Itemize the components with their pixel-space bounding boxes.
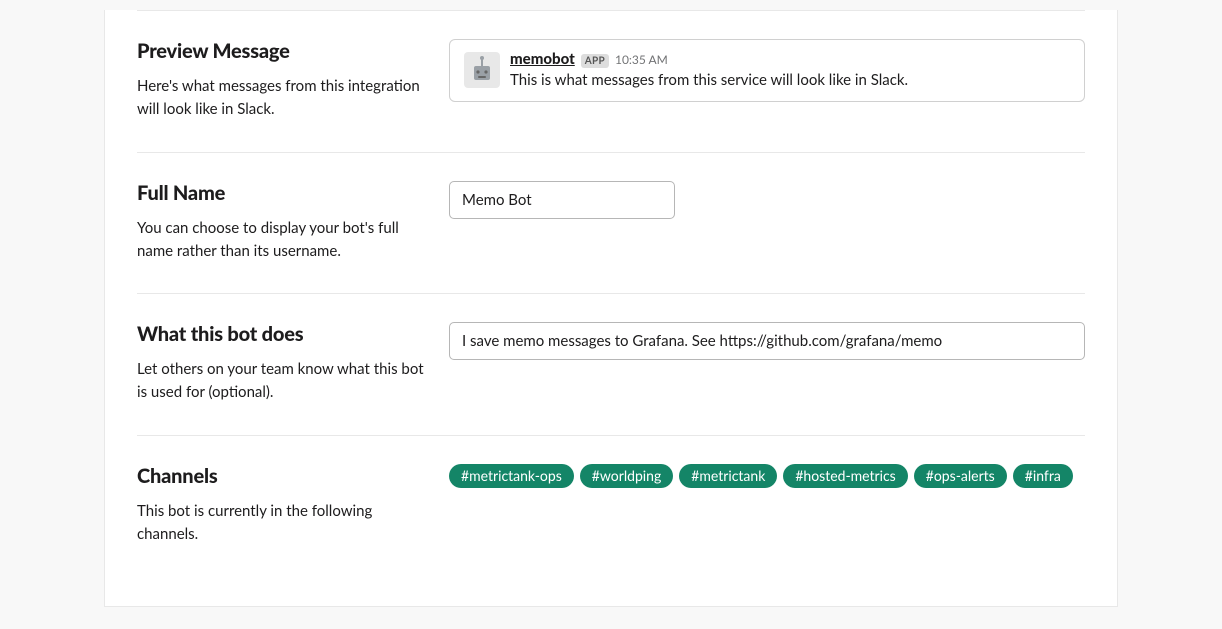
channels-list: #metrictank-ops #worldping #metrictank #… bbox=[449, 464, 1085, 489]
message-time: 10:35 AM bbox=[615, 52, 668, 67]
channel-pill[interactable]: #infra bbox=[1013, 464, 1073, 489]
section-full-name: Full Name You can choose to display your… bbox=[137, 152, 1085, 294]
channel-pill[interactable]: #ops-alerts bbox=[914, 464, 1007, 489]
channel-pill[interactable]: #metrictank-ops bbox=[449, 464, 574, 489]
whatdoes-title: What this bot does bbox=[137, 322, 425, 346]
section-preview-message: Preview Message Here's what messages fro… bbox=[137, 10, 1085, 152]
channel-pill[interactable]: #metrictank bbox=[679, 464, 777, 489]
message-bot-name[interactable]: memobot bbox=[510, 50, 575, 68]
channel-pill[interactable]: #worldping bbox=[580, 464, 674, 489]
message-body: This is what messages from this service … bbox=[510, 71, 908, 89]
robot-icon bbox=[466, 54, 498, 86]
bot-avatar bbox=[464, 52, 500, 88]
whatdoes-input[interactable] bbox=[449, 322, 1085, 360]
channels-desc: This bot is currently in the following c… bbox=[137, 500, 425, 547]
channel-pill[interactable]: #hosted-metrics bbox=[783, 464, 907, 489]
fullname-title: Full Name bbox=[137, 181, 425, 205]
whatdoes-desc: Let others on your team know what this b… bbox=[137, 358, 425, 405]
fullname-desc: You can choose to display your bot's ful… bbox=[137, 217, 425, 264]
preview-desc: Here's what messages from this integrati… bbox=[137, 75, 425, 122]
channels-title: Channels bbox=[137, 464, 425, 488]
app-badge: APP bbox=[581, 54, 609, 68]
message-preview-box: memobot APP 10:35 AM This is what messag… bbox=[449, 39, 1085, 102]
fullname-input[interactable] bbox=[449, 181, 675, 219]
preview-title: Preview Message bbox=[137, 39, 425, 63]
section-channels: Channels This bot is currently in the fo… bbox=[137, 435, 1085, 597]
section-what-bot-does: What this bot does Let others on your te… bbox=[137, 293, 1085, 435]
